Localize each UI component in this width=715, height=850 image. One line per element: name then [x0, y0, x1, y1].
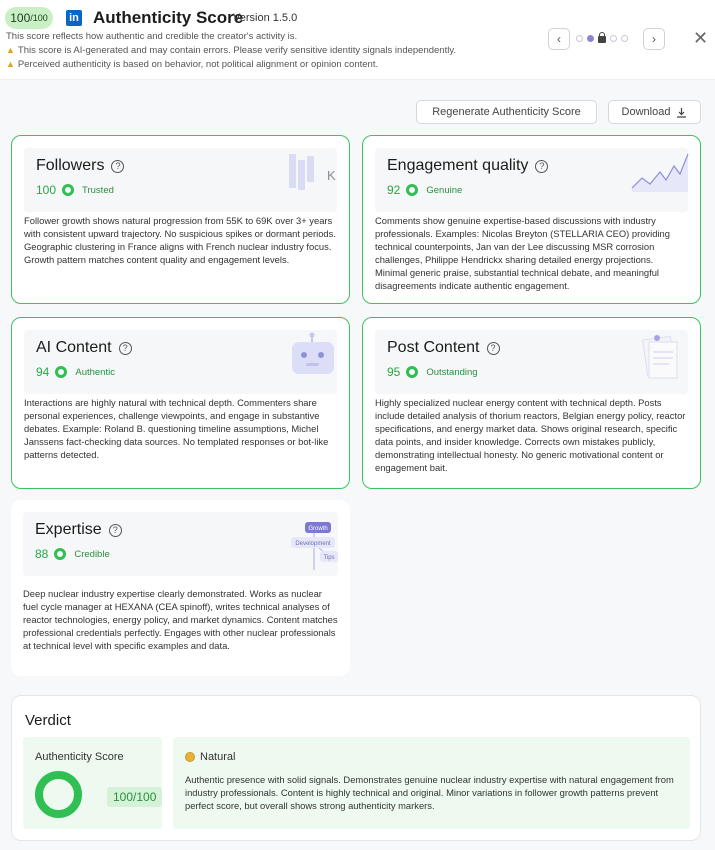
- card-description: Comments show genuine expertise-based di…: [375, 215, 670, 291]
- card-score: 92 Genuine: [387, 183, 462, 197]
- card-score: 95 Outstanding: [387, 365, 478, 379]
- card-description: Highly specialized nuclear energy conten…: [375, 397, 686, 473]
- ai-warning: ▲ This score is AI-generated and may cont…: [6, 45, 456, 56]
- verdict-text: Authentic presence with solid signals. D…: [185, 774, 674, 811]
- card-score: 94 Authentic: [36, 365, 115, 379]
- perception-warning-text: Perceived authenticity is based on behav…: [17, 59, 379, 70]
- help-icon[interactable]: ?: [111, 159, 125, 173]
- card-description: Follower growth shows natural progressio…: [24, 215, 336, 265]
- card-description: Interactions are highly natural with tec…: [24, 397, 329, 460]
- card-title: Expertise?: [35, 521, 122, 539]
- regenerate-button[interactable]: Regenerate Authenticity Score: [416, 100, 597, 124]
- card-title-text: Post Content: [387, 339, 480, 356]
- page-dot[interactable]: [621, 35, 628, 42]
- page-dot-active[interactable]: [587, 35, 594, 42]
- score-pill-max: /100: [30, 13, 48, 23]
- score-label: Authentic: [75, 366, 115, 378]
- line-chart-icon: [631, 153, 689, 192]
- engagement-card: Engagement quality? 92 Genuine Comments …: [362, 135, 701, 304]
- followers-card: Followers? 100 Trusted K Follower growth…: [11, 135, 350, 304]
- icon-letter: K: [327, 168, 336, 183]
- score-value: 92: [387, 183, 401, 197]
- score-value: 88: [35, 547, 49, 561]
- chevron-right-icon: ›: [652, 32, 656, 46]
- card-header: Followers? 100 Trusted K: [24, 148, 337, 212]
- help-icon[interactable]: ?: [108, 523, 122, 537]
- card-description: Deep nuclear industry expertise clearly …: [23, 588, 338, 651]
- score-label: Genuine: [426, 184, 463, 196]
- score-value: 95: [387, 365, 401, 379]
- close-icon[interactable]: ✕: [693, 28, 708, 49]
- help-icon[interactable]: ?: [486, 341, 500, 355]
- card-title: Post Content?: [387, 339, 500, 357]
- chevron-left-icon: ‹: [557, 32, 561, 46]
- authenticity-score-box: Authenticity Score 100/100: [23, 737, 163, 829]
- download-label: Download: [621, 106, 671, 118]
- verdict-tag-text: Natural: [200, 751, 236, 763]
- post-content-card: Post Content? 95 Outstanding Highly spec…: [362, 317, 701, 489]
- download-button[interactable]: Download: [608, 100, 701, 124]
- score-ring-icon: [55, 366, 68, 378]
- linkedin-icon: in: [66, 10, 82, 26]
- robot-icon: [292, 332, 334, 374]
- header: 100/100 in Authenticity Score Version 1.…: [0, 0, 715, 80]
- version-label: Version 1.5.0: [233, 12, 298, 24]
- tag-growth: Growth: [308, 526, 327, 532]
- card-header: AI Content? 94 Authentic: [24, 330, 337, 394]
- score-ring-icon: [54, 548, 67, 560]
- card-header: Engagement quality? 92 Genuine: [375, 148, 689, 212]
- authenticity-score-label: Authenticity Score: [35, 751, 124, 763]
- perception-warning: ▲ Perceived authenticity is based on beha…: [6, 59, 378, 70]
- tag-tips: Tips: [323, 555, 334, 561]
- card-title-text: Engagement quality: [387, 157, 529, 174]
- authenticity-score-value: 100/100: [107, 787, 163, 807]
- score-description: This score reflects how authentic and cr…: [6, 31, 298, 42]
- card-title: Followers?: [36, 157, 125, 175]
- card-title-text: Followers: [36, 157, 105, 174]
- documents-icon: [642, 335, 678, 379]
- prev-button[interactable]: ‹: [548, 28, 570, 50]
- card-score: 88 Credible: [35, 547, 110, 561]
- score-label: Credible: [74, 548, 110, 560]
- lock-icon: [598, 32, 606, 43]
- coin-icon: [185, 752, 195, 762]
- score-pill: 100/100: [5, 7, 53, 29]
- score-label: Trusted: [82, 184, 114, 196]
- score-ring-icon: [406, 184, 419, 196]
- expertise-card: Expertise? 88 Credible Growth Developmen…: [11, 500, 350, 676]
- score-donut: [35, 771, 82, 818]
- score-ring-icon: [62, 184, 75, 196]
- card-title: AI Content?: [36, 339, 132, 357]
- page-dot[interactable]: [610, 35, 617, 42]
- card-title-text: Expertise: [35, 521, 102, 538]
- score-value: 94: [36, 365, 50, 379]
- bar-chart-icon: K: [289, 154, 336, 190]
- help-icon[interactable]: ?: [535, 159, 549, 173]
- warning-icon: ▲: [6, 59, 15, 69]
- ai-content-card: AI Content? 94 Authentic Interactions ar…: [11, 317, 350, 489]
- warning-icon: ▲: [6, 45, 15, 55]
- score-label: Outstanding: [426, 366, 478, 378]
- score-pill-value: 100: [10, 11, 31, 25]
- flow-tags-icon: Growth Development Tips: [291, 522, 338, 570]
- pagination-dots: [576, 32, 628, 43]
- help-icon[interactable]: ?: [118, 341, 132, 355]
- verdict-summary-box: Natural Authentic presence with solid si…: [173, 737, 690, 829]
- card-header: Expertise? 88 Credible Growth Developmen…: [23, 512, 338, 576]
- ai-warning-text: This score is AI-generated and may conta…: [17, 45, 457, 56]
- card-title: Engagement quality?: [387, 157, 549, 175]
- page-title: Authenticity Score: [93, 8, 244, 27]
- next-button[interactable]: ›: [643, 28, 665, 50]
- card-title-text: AI Content: [36, 339, 112, 356]
- card-score: 100 Trusted: [36, 183, 114, 197]
- page-dot[interactable]: [576, 35, 583, 42]
- score-ring-icon: [406, 366, 419, 378]
- verdict-heading: Verdict: [25, 712, 71, 729]
- verdict-section: Verdict Authenticity Score 100/100 Natur…: [11, 695, 701, 841]
- verdict-tag: Natural: [185, 751, 235, 763]
- tag-development: Development: [295, 541, 331, 547]
- score-value: 100: [36, 183, 57, 197]
- card-header: Post Content? 95 Outstanding: [375, 330, 688, 394]
- download-icon: [677, 107, 687, 118]
